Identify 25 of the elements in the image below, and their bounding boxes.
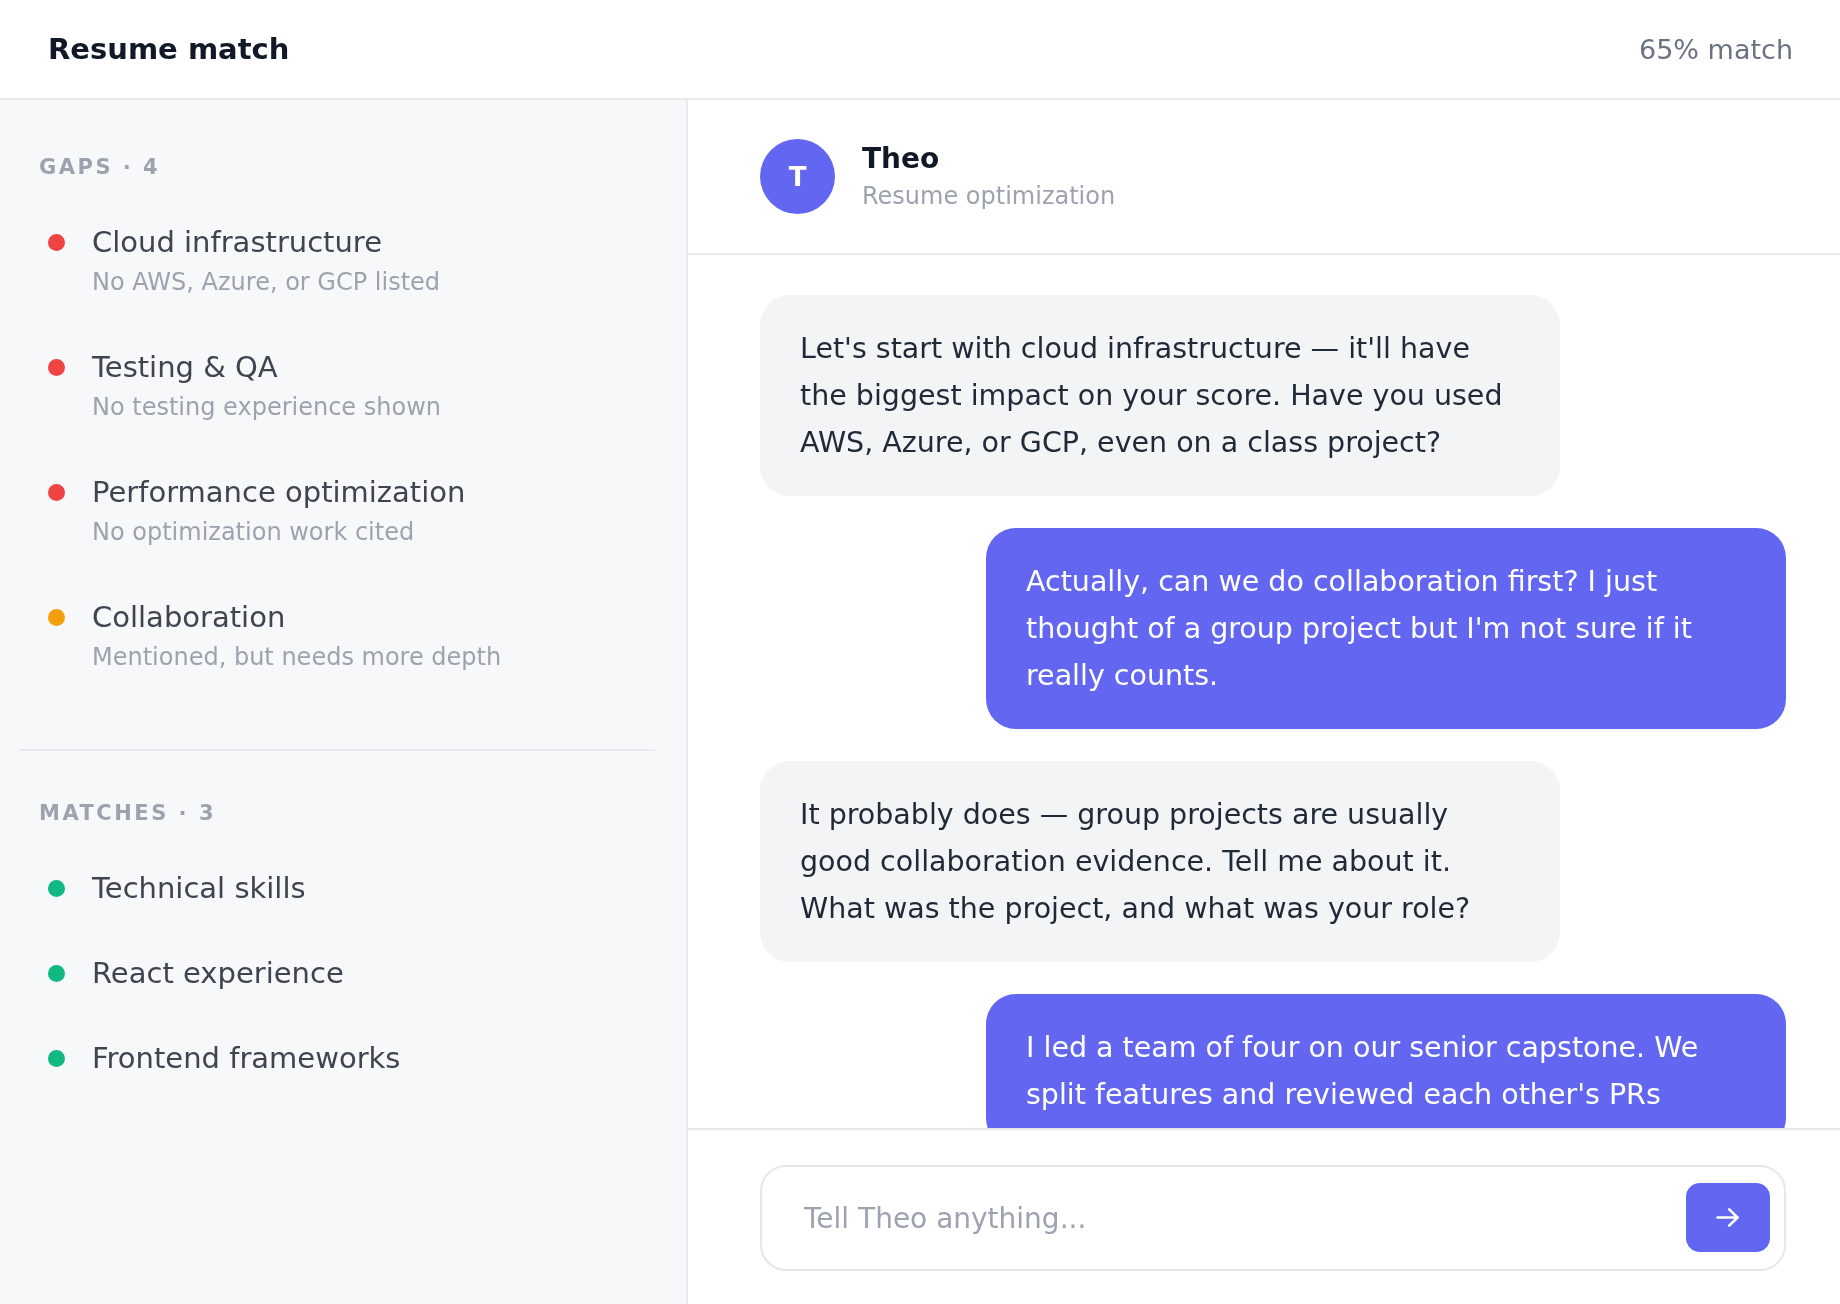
skill-note: Mentioned, but needs more depth	[92, 642, 502, 673]
section-heading: MATCHES · 3	[39, 800, 216, 827]
message-text: Actually, can we do collaboration first? I just thought of a group project but I'm not sure if it really counts.	[1026, 564, 1693, 694]
skill-title: React experience	[92, 955, 344, 992]
page-title: Resume match	[48, 32, 290, 66]
assistant-subtitle: Resume optimization	[862, 180, 1116, 212]
skill-title: Testing & QA	[92, 349, 278, 386]
skill-title: Frontend frameworks	[92, 1040, 401, 1077]
skill-note: No optimization work cited	[92, 517, 415, 548]
section-heading: GAPS · 4	[39, 154, 161, 181]
message-text: It probably does — group projects are usually good collaboration evidence. Tell me about it. What was the project, and what was your role?	[800, 797, 1472, 927]
right-arrow-icon	[1716, 1208, 1740, 1227]
skill-note: No testing experience shown	[92, 392, 441, 423]
assistant-name: Theo	[862, 140, 940, 177]
skill-title: Collaboration	[92, 599, 286, 636]
skill-title: Cloud infrastructure	[92, 224, 382, 261]
skill-note: No AWS, Azure, or GCP listed	[92, 267, 441, 298]
skill-title: Performance optimization	[92, 474, 466, 511]
match-score: 65% match	[1639, 33, 1793, 65]
skill-title: Technical skills	[92, 870, 306, 907]
message-text: Let's start with cloud infrastructure — it'll have the biggest impact on your score. Have you used AWS, Azure, or GCP, even on a class project?	[800, 331, 1504, 461]
send-button[interactable]	[1686, 1183, 1770, 1252]
message-text: I led a team of four on our senior capstone. We split features and reviewed each other's PRs	[1026, 1030, 1700, 1113]
message-input[interactable]: Tell Theo anything...	[760, 1165, 1786, 1271]
avatar: T	[760, 139, 835, 214]
